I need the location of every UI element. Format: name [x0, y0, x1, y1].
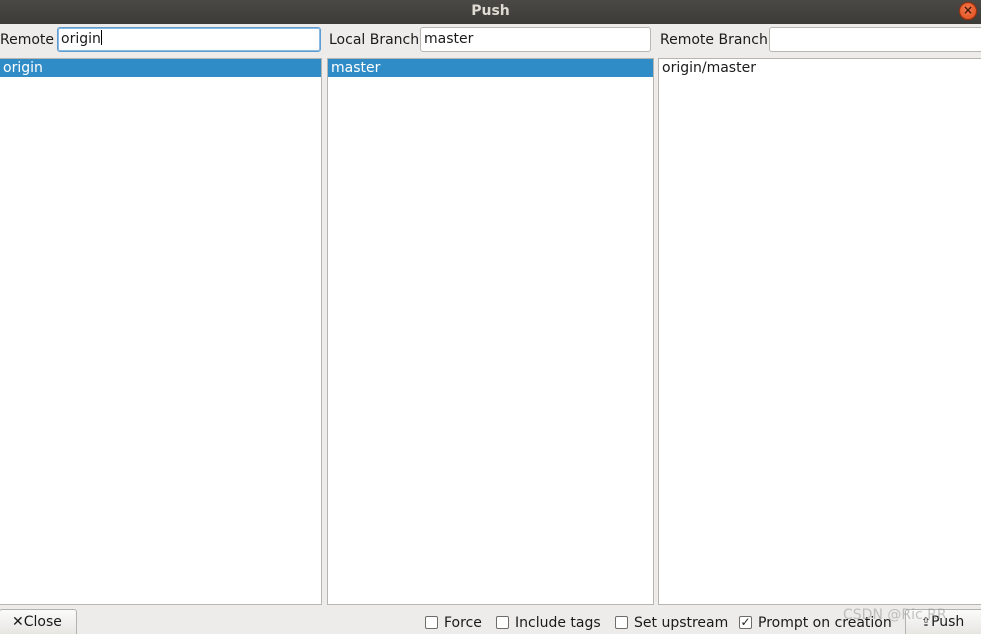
watermark: CSDN @Ric.RR: [843, 607, 947, 623]
title-bar: Push ×: [0, 0, 981, 24]
list-item[interactable]: origin/master: [659, 59, 981, 77]
remote-branch-input[interactable]: [769, 27, 981, 52]
x-icon: ✕: [12, 614, 24, 630]
remote-branch-list[interactable]: origin/master: [658, 58, 981, 605]
remote-input-value: origin: [61, 31, 101, 47]
include-tags-label: Include tags: [515, 615, 601, 631]
remote-list[interactable]: origin: [0, 58, 322, 605]
set-upstream-checkbox[interactable]: [615, 616, 628, 629]
window-close-button[interactable]: ×: [959, 2, 977, 20]
close-icon: ×: [962, 3, 974, 17]
local-branch-input[interactable]: master: [420, 27, 651, 52]
local-branch-label: Local Branch: [329, 32, 420, 48]
list-item[interactable]: master: [328, 59, 653, 77]
force-checkbox[interactable]: [425, 616, 438, 629]
prompt-on-creation-checkbox[interactable]: ✓: [739, 616, 752, 629]
force-label: Force: [444, 615, 482, 631]
local-branch-input-value: master: [424, 31, 474, 47]
close-button-label: Close: [23, 614, 62, 630]
remote-input[interactable]: origin: [57, 27, 321, 52]
set-upstream-label: Set upstream: [634, 615, 729, 631]
push-dialog: Push × Remote origin Local Branch master…: [0, 0, 981, 634]
remote-branch-label: Remote Branch: [660, 32, 768, 48]
remote-label: Remote: [0, 32, 55, 48]
checkmark-icon: ✓: [740, 615, 751, 629]
text-caret: [100, 30, 102, 45]
local-branch-list[interactable]: master: [327, 58, 654, 605]
close-button[interactable]: ✕Close: [0, 609, 77, 634]
window-title: Push: [471, 3, 510, 19]
list-item[interactable]: origin: [0, 59, 321, 77]
include-tags-checkbox[interactable]: [496, 616, 509, 629]
